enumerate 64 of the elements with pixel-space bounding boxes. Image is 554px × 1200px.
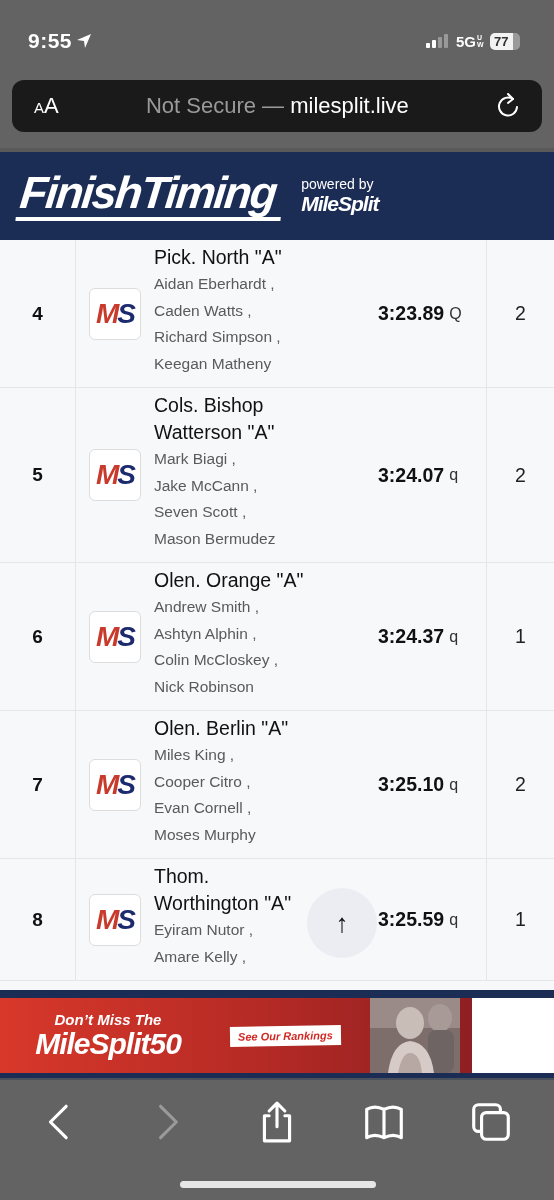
athlete-name[interactable]: Ashtyn Alphin , (154, 620, 257, 647)
athlete-name[interactable]: Seven Scott , (154, 499, 247, 526)
athlete-name[interactable]: Andrew Smith , (154, 594, 260, 621)
athlete-name[interactable]: Nick Robinson (154, 673, 254, 700)
place-number: 4 (0, 240, 76, 387)
place-number: 6 (0, 563, 76, 710)
athlete-name[interactable]: Richard Simpson , (154, 324, 281, 351)
heat-number: 1 (486, 859, 554, 980)
team-name[interactable]: Olen. Berlin "A" (154, 715, 289, 742)
clock-time: 9:55 (28, 29, 73, 53)
place-number: 8 (0, 859, 76, 980)
rankings-link[interactable]: See Our Rankings (229, 1024, 341, 1047)
result-time: 3:25.59 (378, 908, 445, 931)
result-time: 3:24.37 (378, 625, 445, 648)
result-time: 3:25.10 (378, 773, 445, 796)
qualifier-mark: q (449, 775, 459, 794)
url-text: Not Secure — milesplit.live (144, 93, 410, 119)
ad-tagline: Don’t Miss The (54, 1011, 162, 1028)
qualifier-mark: q (449, 627, 459, 646)
athlete-name[interactable]: Mason Bermudez (154, 525, 276, 552)
athlete-name[interactable]: Evan Cornell , (154, 795, 252, 822)
place-number: 5 (0, 388, 76, 562)
team-name[interactable]: Thom. Worthington "A" (154, 863, 306, 917)
heat-number: 1 (486, 563, 554, 710)
athlete-name[interactable]: Aidan Eberhardt , (154, 271, 275, 298)
team-name[interactable]: Cols. Bishop Watterson "A" (154, 392, 306, 446)
athlete-name[interactable]: Colin McCloskey , (154, 647, 279, 674)
powered-by-label: powered by (301, 176, 375, 192)
reload-icon[interactable] (496, 93, 520, 119)
qualifier-mark: q (449, 910, 459, 929)
signal-icon (426, 34, 450, 48)
team-name[interactable]: Olen. Orange "A" (154, 567, 304, 594)
athlete-name[interactable]: Amare Kelly , (154, 943, 247, 970)
heat-number: 2 (486, 388, 554, 562)
team-logo: MS (89, 287, 141, 340)
athlete-name[interactable]: Cooper Citro , (154, 768, 251, 795)
partner-logo: MileSplit (301, 192, 379, 216)
result-time: 3:23.89 (378, 302, 445, 325)
athlete-name[interactable]: Moses Murphy (154, 821, 256, 848)
place-number: 7 (0, 711, 76, 858)
team-logo: MS (89, 449, 141, 501)
athlete-name[interactable]: Jake McCann , (154, 472, 258, 499)
athlete-name[interactable]: Caden Watts , (154, 297, 252, 324)
location-arrow-icon (76, 33, 93, 49)
ad-banner[interactable]: Don’t Miss The MileSplit50 See Our Rankings (0, 998, 554, 1073)
reader-button[interactable]: AA (34, 93, 59, 119)
heat-number: 2 (486, 240, 554, 387)
athlete-name[interactable]: Miles King , (154, 742, 235, 769)
team-logo: MS (89, 610, 141, 663)
address-bar[interactable]: AA Not Secure — milesplit.live (12, 80, 542, 132)
battery-level: 77 (490, 32, 520, 50)
ad-headline: MileSplit50 (35, 1028, 181, 1060)
athlete-name[interactable]: Eyiram Nutor , (154, 917, 254, 944)
team-name[interactable]: Pick. North "A" (154, 244, 282, 271)
result-time: 3:24.07 (378, 463, 445, 487)
team-logo: MS (89, 758, 141, 811)
athlete-name[interactable]: Keegan Matheny (154, 350, 272, 377)
heat-number: 2 (486, 711, 554, 858)
qualifier-mark: q (449, 466, 459, 484)
athlete-name[interactable]: Mark Biagi , (154, 446, 236, 473)
scroll-top-button[interactable]: ↑ (307, 888, 377, 958)
finishtiming-logo: FinishTiming (15, 171, 286, 221)
qualifier-mark: Q (449, 304, 462, 323)
team-logo: MS (89, 893, 141, 946)
